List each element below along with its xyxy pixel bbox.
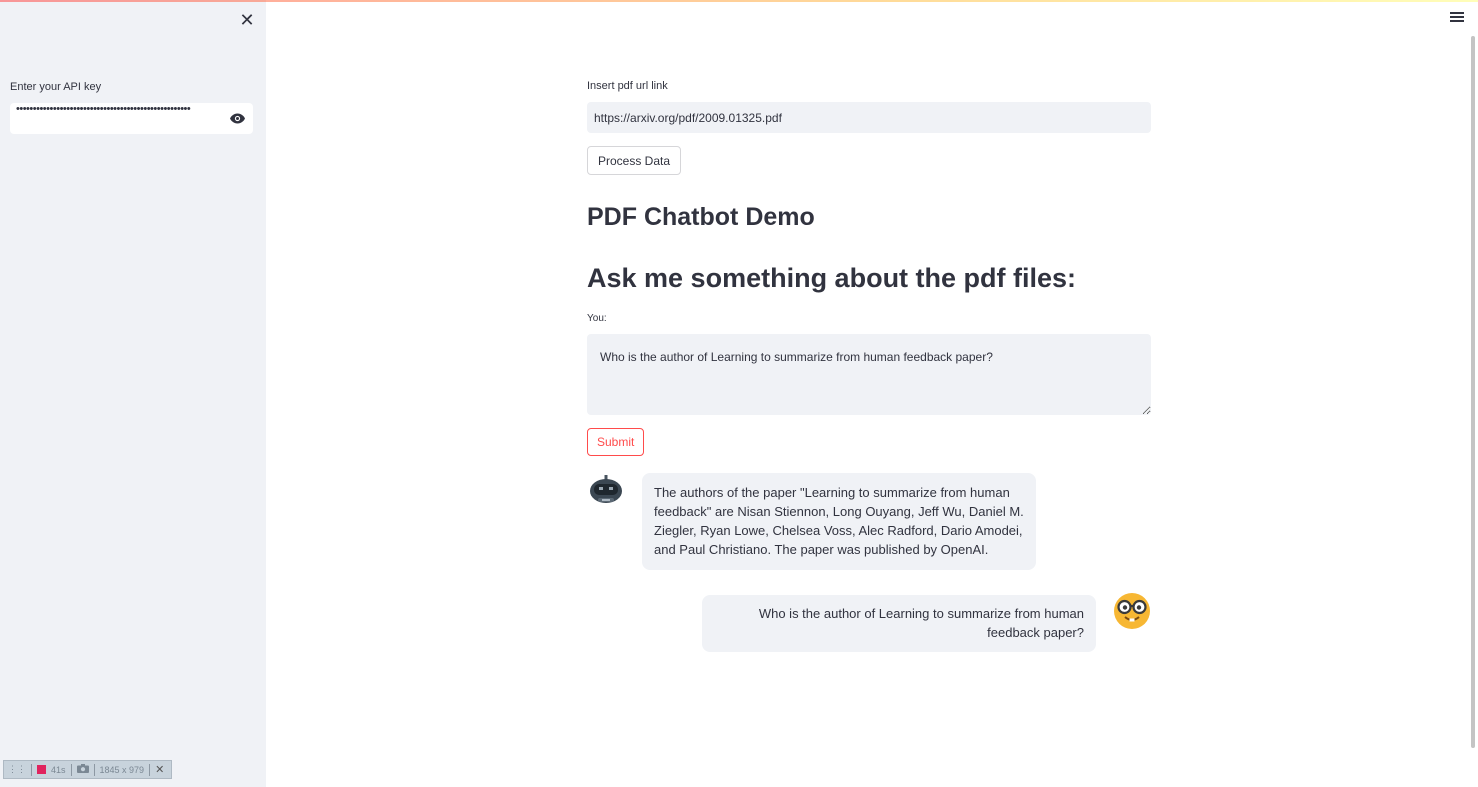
bot-message: The authors of the paper "Learning to su… [642,473,1036,570]
resolution-readout: 1845 x 979 [99,764,145,775]
toolbar-divider [31,763,32,776]
ask-heading: Ask me something about the pdf files: [587,263,1077,293]
sidebar: ✕ Enter your API key •••••••••••••••••••… [0,0,266,787]
submit-button[interactable]: Submit [587,428,645,456]
page-title: PDF Chatbot Demo [587,203,815,231]
user-message: Who is the author of Learning to summari… [702,595,1096,652]
eye-icon[interactable] [221,103,253,134]
toolbar-divider [149,763,151,776]
pdf-url-label: Insert pdf url link [587,80,668,92]
camera-icon[interactable] [76,764,89,775]
question-textarea[interactable] [587,334,1151,415]
api-key-field: ••••••••••••••••••••••••••••••••••••••••… [10,103,253,134]
nerd-face-avatar-icon [1113,592,1151,630]
header-decoration [0,0,1478,2]
toolbar-close-icon[interactable]: ✕ [155,763,164,776]
app-root: ✕ Enter your API key •••••••••••••••••••… [0,0,1478,787]
drag-handle-icon[interactable]: ⋮⋮ [8,764,26,775]
hamburger-menu-icon[interactable] [1450,12,1464,24]
main-scrollbar[interactable] [1471,36,1475,748]
recording-toolbar: ⋮⋮ 41s 1845 x 979 ✕ [3,760,172,779]
api-key-input[interactable]: ••••••••••••••••••••••••••••••••••••••••… [10,103,221,134]
process-data-button[interactable]: Process Data [587,146,682,175]
recording-timer: 41s [51,764,66,775]
pdf-url-input[interactable]: https://arxiv.org/pdf/2009.01325.pdf [587,102,1151,133]
bot-avatar-icon [589,475,623,507]
sidebar-close-icon[interactable]: ✕ [238,11,256,29]
api-key-label: Enter your API key [10,81,102,93]
you-label: You: [587,313,607,324]
toolbar-divider [93,763,95,776]
toolbar-divider [70,763,72,776]
record-stop-icon[interactable] [37,765,46,774]
